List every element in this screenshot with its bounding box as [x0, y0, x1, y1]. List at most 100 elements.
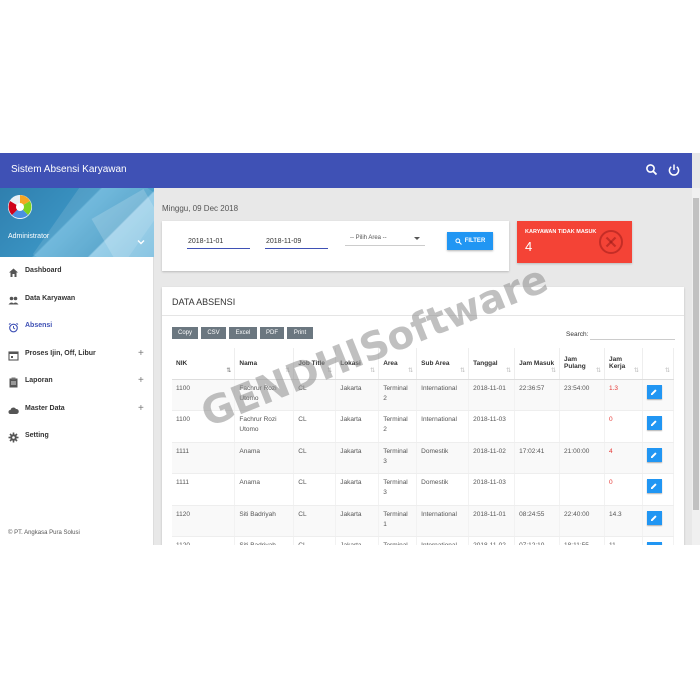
cell-nama: Siti Badriyah [234, 536, 295, 545]
cell-job-title: CL [293, 536, 337, 545]
cell-nik: 1100 [172, 379, 236, 411]
table-search-input[interactable] [590, 327, 675, 340]
column-header-jam-kerja[interactable]: Jam Kerja ⇅ [604, 348, 643, 380]
cell-job-title: CL [293, 505, 337, 537]
cell-jam-pulang [559, 410, 605, 443]
cell-actions [642, 505, 675, 537]
edit-button[interactable] [646, 384, 662, 399]
cell-jam-pulang: 21:00:00 [559, 442, 605, 474]
cell-job-title: CL [293, 442, 337, 474]
table-row: 1120 Siti Badriyah CL Jakarta Terminal 1 Inte… [172, 505, 675, 537]
sort-icon: ⇅ [633, 367, 639, 374]
search-icon [455, 237, 462, 245]
vertical-scrollbar[interactable] [692, 188, 700, 545]
data-card-title: DATA ABSENSI [172, 297, 236, 307]
chevron-down-icon[interactable] [136, 234, 146, 245]
column-header-sub-area[interactable]: Sub Area ⇅ [416, 348, 470, 380]
caret-down-icon [414, 237, 420, 240]
date-to-input[interactable] [265, 235, 328, 249]
absent-card-title: KARYAWAN TIDAK MASUK [525, 229, 597, 235]
sort-icon: ⇅ [664, 367, 670, 374]
sidebar-item-proses-ijin[interactable]: Proses Ijin, Off, Libur + [0, 340, 154, 368]
edit-button[interactable] [646, 479, 662, 493]
footer-copyright: © PT. Angkasa Pura Solusi [8, 530, 80, 536]
sidebar-item-master-data[interactable]: Master Data + [0, 395, 154, 423]
user-name: Administrator [8, 233, 50, 240]
sidebar-item-laporan[interactable]: Laporan + [0, 367, 154, 395]
sidebar-item-setting[interactable]: Setting [0, 422, 154, 450]
current-date: Minggu, 09 Dec 2018 [162, 204, 239, 213]
cell-sub-area: International [416, 505, 470, 537]
cell-nik: 1111 [172, 473, 236, 506]
absent-count: 4 [525, 239, 533, 254]
filter-button[interactable]: FILTER [447, 232, 493, 250]
divider [162, 315, 684, 316]
edit-button[interactable] [646, 416, 662, 430]
pencil-icon [651, 388, 658, 395]
pencil-icon [651, 483, 658, 489]
column-header-job-title[interactable]: Job Title ⇅ [293, 348, 337, 380]
cell-sub-area: International [416, 536, 470, 545]
cell-sub-area: Domestik [416, 473, 470, 506]
cell-area: Terminal 3 [378, 473, 418, 506]
absent-employees-card: KARYAWAN TIDAK MASUK 4 [517, 221, 632, 263]
cell-nama: Anama [234, 442, 295, 474]
cell-jam-masuk [514, 473, 561, 506]
sidebar-item-absensi[interactable]: Absensi [0, 312, 154, 340]
column-header-nik[interactable]: NIK ⇅ [172, 348, 236, 380]
cell-lokasi: Jakarta [335, 442, 380, 474]
date-from-input[interactable] [187, 235, 250, 249]
column-header-nama[interactable]: Nama ⇅ [234, 348, 295, 380]
table-row: 1120Siti BadriyahCLJakartaTerminalIntern… [172, 536, 675, 545]
edit-button[interactable] [646, 542, 662, 545]
column-header-lokasi[interactable]: Lokasi ⇅ [335, 348, 380, 380]
main-content: Minggu, 09 Dec 2018 -- Pilih Area -- FIL… [154, 188, 692, 545]
cell-nik: 1120 [172, 505, 236, 537]
column-header-jam-pulang[interactable]: Jam Pulang ⇅ [559, 348, 605, 380]
table-row: 1100 Fachrur Rozi Utomo CL Jakarta Terminal … [172, 379, 675, 411]
area-select[interactable]: -- Pilih Area -- [345, 231, 425, 246]
edit-button[interactable] [646, 447, 662, 462]
power-icon[interactable] [667, 163, 681, 177]
expand-icon[interactable]: + [138, 403, 144, 414]
pencil-icon [651, 514, 658, 521]
attendance-data-card: DATA ABSENSI Copy CSV Excel PDF Print Se… [162, 287, 684, 545]
cell-area: Terminal 1 [378, 505, 418, 537]
home-icon [8, 265, 19, 278]
excel-button[interactable]: Excel [229, 327, 257, 339]
cell-nama: Anama [234, 473, 295, 506]
cell-lokasi: Jakarta [335, 379, 380, 411]
csv-button[interactable]: CSV [201, 327, 226, 339]
edit-button[interactable] [646, 510, 662, 525]
cell-jam-pulang: 18:11:55 [559, 536, 605, 545]
cell-jam-masuk: 07:12:10 [514, 536, 561, 545]
cell-jam-masuk: 17:02:41 [514, 442, 561, 474]
pdf-button[interactable]: PDF [260, 327, 284, 339]
cell-nik: 1111 [172, 442, 236, 474]
sidebar-item-dashboard[interactable]: Dashboard [0, 257, 154, 285]
copy-button[interactable]: Copy [172, 327, 198, 339]
column-header-tanggal[interactable]: Tanggal ⇅ [468, 348, 516, 380]
cell-actions [642, 379, 675, 411]
search-icon[interactable] [645, 163, 659, 177]
print-button[interactable]: Print [287, 327, 313, 339]
cell-tanggal: 2018-11-03 [468, 473, 516, 506]
cell-tanggal: 2018-11-02 [468, 536, 516, 545]
expand-icon[interactable]: + [138, 348, 144, 359]
cell-nama: Siti Badriyah [234, 505, 295, 537]
table-row: 1111 Anama CL Jakarta Terminal 3 Domestik 2018… [172, 473, 675, 506]
gear-icon [8, 430, 19, 443]
column-header-area[interactable]: Area ⇅ [378, 348, 418, 380]
expand-icon[interactable]: + [138, 375, 144, 386]
column-header-jam-masuk[interactable]: Jam Masuk ⇅ [514, 348, 561, 380]
profile-header: Administrator [0, 188, 154, 257]
attendance-table: NIK ⇅ Nama ⇅ Job Title ⇅ Lokasi ⇅ Area ⇅ Sub … [172, 348, 675, 545]
cell-jam-pulang: 22:40:00 [559, 505, 605, 537]
column-header-actions[interactable]: ⇅ [642, 348, 675, 380]
cell-jam-kerja: 11 [604, 536, 643, 545]
cell-job-title: CL [293, 473, 337, 506]
scrollbar-thumb[interactable] [693, 198, 699, 510]
sort-icon: ⇅ [370, 367, 376, 374]
cell-area: Terminal 2 [378, 410, 418, 443]
sidebar-item-data-karyawan[interactable]: Data Karyawan [0, 285, 154, 313]
